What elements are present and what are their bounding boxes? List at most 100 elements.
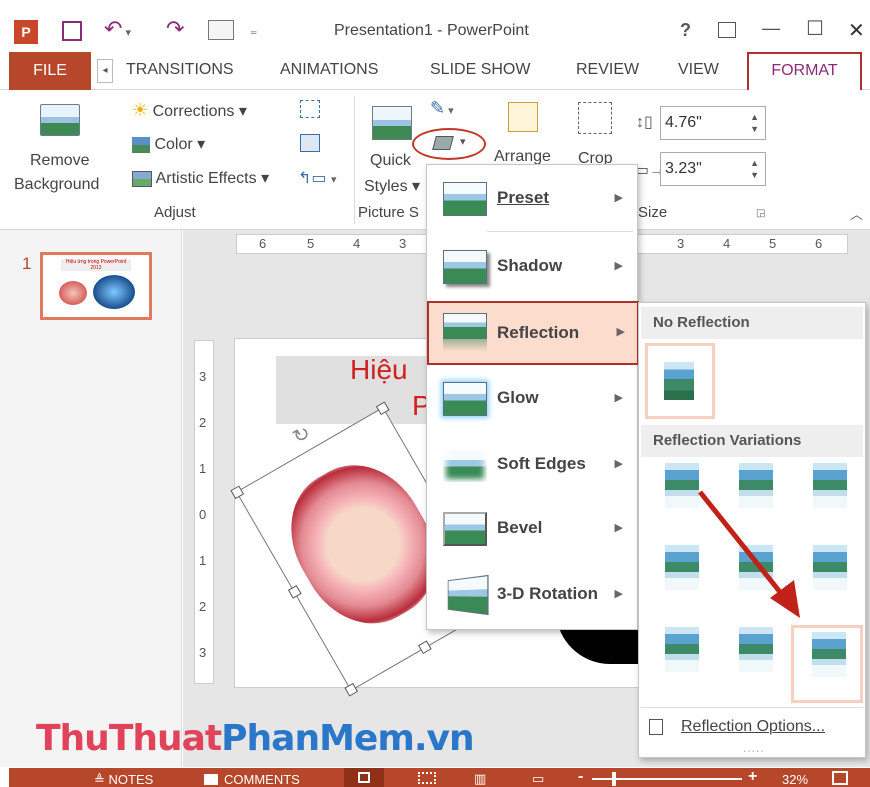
remove-background-label-2: Background [14, 176, 100, 193]
menu-item-label: 3-D Rotation [497, 584, 599, 603]
maximize-button[interactable]: ☐ [806, 16, 824, 41]
menu-item-glow[interactable]: Glow ▶ [431, 367, 637, 429]
normal-view-icon[interactable] [344, 768, 384, 787]
remove-background-button[interactable]: Remove Background [10, 96, 114, 200]
zoom-out-button[interactable]: - [578, 768, 583, 786]
glow-icon [443, 382, 487, 416]
color-button[interactable]: Color ▾ [132, 134, 205, 156]
height-spinner[interactable]: ▲ ▼ [750, 111, 759, 135]
chevron-right-icon: ▶ [614, 522, 623, 534]
slide-number: 1 [22, 254, 32, 273]
menu-item-label: Glow [497, 388, 539, 407]
tab-transitions[interactable]: TRANSITIONS [126, 61, 234, 79]
watermark-part1: ThuThuat [36, 718, 222, 759]
reset-picture-icon[interactable]: ↰▭ ▾ [298, 168, 337, 188]
ruler-tick: 5 [307, 236, 315, 251]
change-picture-icon[interactable] [300, 134, 320, 152]
watermark: ThuThuatPhanMem.vn [36, 718, 475, 759]
slide-title-box[interactable]: Hiệu P [276, 354, 436, 424]
crop-icon [578, 102, 612, 134]
size-dialog-launcher-icon[interactable]: ◲ [756, 208, 765, 219]
watermark-part2: PhanMem [221, 718, 415, 759]
menu-item-preset[interactable]: Preset ▶ [431, 167, 637, 229]
reflection-variations-header: Reflection Variations [641, 425, 863, 457]
tab-format[interactable]: FORMAT [747, 52, 862, 90]
thumbnail-flower-image [93, 275, 135, 309]
reflection-variation-9-icon [812, 632, 846, 692]
comments-button[interactable]: COMMENTS [224, 772, 300, 787]
tab-file-label: FILE [33, 62, 67, 79]
slide-title-line1: Hiệu [350, 354, 408, 385]
watermark-part3: .vn [413, 718, 475, 759]
reflection-variation-9-selected[interactable] [791, 625, 863, 703]
menu-item-bevel[interactable]: Bevel ▶ [431, 497, 637, 559]
picture-effects-icon [432, 136, 454, 150]
adjust-group-label: Adjust [154, 204, 196, 221]
reflection-variation-8[interactable] [739, 627, 773, 687]
reading-view-icon[interactable]: ▥ [474, 771, 486, 787]
soft-edges-icon [443, 448, 487, 482]
zoom-slider-thumb[interactable] [612, 772, 616, 786]
reflection-variations-label: Reflection Variations [653, 432, 802, 449]
ruler-tick: 3 [399, 236, 407, 251]
reflection-options-item[interactable]: Reflection Options... [649, 717, 859, 741]
customize-qat-icon[interactable]: ₌ [250, 22, 257, 39]
annotation-arrow [698, 490, 800, 618]
ruler-tick: 1 [199, 461, 207, 476]
color-icon [132, 136, 150, 153]
notes-button[interactable]: ≜ NOTES [94, 772, 153, 787]
size-group-label: Size [638, 204, 668, 221]
close-button[interactable]: ✕ [848, 18, 865, 43]
no-reflection-icon [664, 362, 694, 400]
quick-styles-button[interactable]: Quick Styles ▾ [364, 96, 422, 204]
artistic-effects-button[interactable]: Artistic Effects ▾ [132, 168, 269, 190]
tab-animations[interactable]: ANIMATIONS [280, 61, 378, 79]
save-icon[interactable] [62, 21, 82, 41]
picture-styles-group-label: Picture S [358, 204, 419, 221]
width-value: 3.23" [665, 160, 702, 177]
picture-effects-button[interactable]: ▾ [412, 128, 486, 160]
chevron-down-icon: ▾ [460, 136, 466, 148]
ruler-tick: 6 [815, 236, 823, 251]
chevron-right-icon: ▶ [614, 458, 623, 470]
reflection-variation-7[interactable] [665, 627, 699, 687]
artistic-effects-icon [132, 170, 152, 187]
tab-view[interactable]: VIEW [678, 61, 719, 79]
picture-border-icon[interactable]: ✎ ▾ [430, 98, 454, 119]
tab-review[interactable]: REVIEW [576, 61, 639, 79]
slide-show-view-icon[interactable]: ▭ [532, 771, 544, 787]
artistic-effects-label: Artistic Effects ▾ [155, 170, 270, 187]
slide-thumbnail[interactable]: Hiệu ứng trong PowerPoint 2013 [40, 252, 152, 320]
corrections-button[interactable]: ☀ Corrections ▾ [132, 100, 247, 122]
remove-background-label-1: Remove [30, 152, 90, 169]
quick-styles-icon [372, 106, 412, 140]
undo-icon[interactable]: ↶ ▾ [104, 16, 131, 42]
tab-file[interactable]: FILE [9, 52, 91, 90]
compress-pictures-icon[interactable] [300, 100, 320, 118]
ruler-tick: 2 [199, 415, 207, 430]
menu-item-reflection[interactable]: Reflection ▶ [427, 301, 639, 365]
start-slideshow-icon[interactable] [208, 20, 234, 40]
width-spinner[interactable]: ▲ ▼ [750, 157, 759, 181]
redo-icon[interactable]: ↷ [166, 16, 184, 42]
width-input[interactable]: 3.23" ▲ ▼ [660, 152, 766, 186]
minimize-button[interactable]: — [762, 18, 780, 39]
tab-scroll-left[interactable]: ◂ [97, 59, 113, 83]
slide-sorter-icon[interactable] [418, 772, 436, 784]
no-reflection-option[interactable] [645, 343, 715, 419]
resize-grip[interactable]: ..... [743, 741, 765, 755]
collapse-ribbon-icon[interactable]: ︿ [850, 204, 863, 223]
menu-item-3d-rotation[interactable]: 3-D Rotation ▶ [431, 563, 637, 625]
menu-item-label: Soft Edges [497, 454, 586, 473]
zoom-level[interactable]: 32% [782, 772, 808, 787]
zoom-in-button[interactable]: + [748, 768, 757, 786]
tab-slide-show[interactable]: SLIDE SHOW [430, 61, 530, 79]
picture-effects-menu: Preset ▶ Shadow ▶ Reflection ▶ Glow ▶ So… [426, 164, 639, 630]
menu-item-soft-edges[interactable]: Soft Edges ▶ [431, 433, 637, 495]
ruler-tick: 3 [199, 369, 207, 384]
fit-to-window-icon[interactable] [832, 771, 848, 785]
ribbon-display-options-icon[interactable] [718, 22, 736, 38]
menu-item-shadow[interactable]: Shadow ▶ [431, 235, 637, 297]
height-input[interactable]: 4.76" ▲ ▼ [660, 106, 766, 140]
help-button[interactable]: ? [680, 20, 691, 41]
